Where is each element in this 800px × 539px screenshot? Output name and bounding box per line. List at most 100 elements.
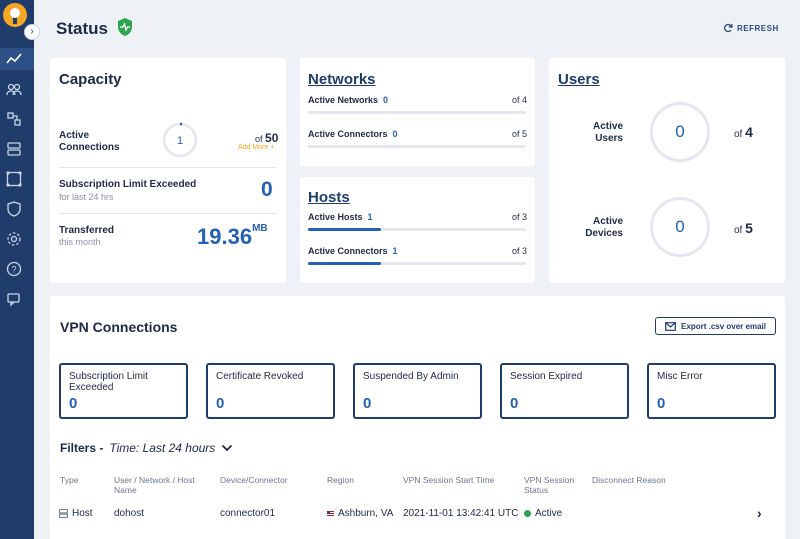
column-header-start-time[interactable]: VPN Session Start Time bbox=[403, 475, 494, 485]
stat-card-session-expired[interactable]: Session Expired 0 bbox=[500, 363, 629, 419]
stat-value: 0 bbox=[657, 395, 666, 412]
shield-icon[interactable] bbox=[6, 201, 22, 217]
row-expand-chevron-icon[interactable]: › bbox=[757, 505, 762, 521]
stat-value: 0 bbox=[69, 395, 78, 412]
stat-label: Misc Error bbox=[657, 371, 703, 382]
active-connectors-label: Active Connectors 0 bbox=[308, 129, 398, 139]
stat-card-suspended-by-admin[interactable]: Suspended By Admin 0 bbox=[353, 363, 482, 419]
active-users-of: of 4 bbox=[734, 124, 753, 140]
stat-card-subscription-limit[interactable]: Subscription Limit Exceeded 0 bbox=[59, 363, 188, 419]
cell-status-text: Active bbox=[535, 508, 563, 519]
cell-device: connector01 bbox=[220, 508, 276, 519]
active-users-total: 4 bbox=[745, 124, 753, 140]
active-users-label: Active Users bbox=[592, 121, 623, 144]
active-devices-of: of 5 bbox=[734, 220, 753, 236]
chevron-down-icon bbox=[222, 444, 233, 452]
progress-track bbox=[308, 228, 526, 231]
row-of: of 5 bbox=[511, 129, 527, 139]
capacity-card: Capacity Active Connections 1 of 50 Add … bbox=[50, 58, 286, 283]
host-icon bbox=[59, 509, 68, 518]
vpn-title: VPN Connections bbox=[60, 319, 178, 335]
progress-track bbox=[308, 262, 526, 265]
sidebar: ? bbox=[0, 0, 34, 539]
active-devices-of-prefix: of bbox=[734, 225, 743, 236]
row-value: 0 bbox=[383, 95, 389, 105]
stat-card-certificate-revoked[interactable]: Certificate Revoked 0 bbox=[206, 363, 335, 419]
cell-type: Host bbox=[59, 508, 93, 519]
active-connections-ring: 1 bbox=[162, 122, 198, 158]
column-header-device[interactable]: Device/Connector bbox=[220, 475, 288, 485]
max-connections-prefix: of bbox=[255, 134, 263, 144]
column-header-type[interactable]: Type bbox=[60, 475, 78, 485]
refresh-button[interactable]: REFRESH bbox=[723, 23, 779, 33]
active-devices-label: Active Devices bbox=[585, 216, 623, 239]
row-of: of 4 bbox=[511, 95, 527, 105]
active-connections-label: Active Connections bbox=[59, 130, 120, 153]
filters-time: Time: Last 24 hours bbox=[109, 441, 216, 455]
filters-dropdown[interactable]: Filters - Time: Last 24 hours bbox=[60, 441, 233, 455]
export-csv-button[interactable]: Export .csv over email bbox=[655, 317, 776, 335]
progress-fill bbox=[308, 228, 381, 231]
export-label: Export .csv over email bbox=[681, 321, 766, 331]
stat-card-misc-error[interactable]: Misc Error 0 bbox=[647, 363, 776, 419]
sidebar-expand-button[interactable]: › bbox=[24, 24, 40, 40]
divider bbox=[59, 213, 277, 214]
row-label-text: Active Connectors bbox=[308, 129, 388, 139]
row-value: 1 bbox=[392, 246, 398, 256]
status-shield-icon bbox=[118, 18, 132, 36]
limit-exceeded-label: Subscription Limit Exceeded bbox=[59, 179, 197, 190]
row-value: 1 bbox=[367, 212, 373, 222]
row-of: of 3 bbox=[511, 246, 527, 256]
limit-exceeded-sub: for last 24 hrs bbox=[59, 192, 114, 202]
gear-icon[interactable] bbox=[6, 231, 22, 247]
nodes-icon[interactable] bbox=[6, 171, 22, 187]
networks-title[interactable]: Networks bbox=[308, 71, 376, 88]
stat-label: Certificate Revoked bbox=[216, 371, 304, 382]
users-icon[interactable] bbox=[6, 81, 22, 97]
chevron-right-icon: › bbox=[30, 26, 34, 37]
capacity-title: Capacity bbox=[59, 71, 122, 88]
active-users-value: 0 bbox=[675, 122, 685, 141]
chat-icon[interactable] bbox=[6, 291, 22, 307]
column-header-name[interactable]: User / Network / Host Name bbox=[114, 475, 214, 495]
progress-track bbox=[308, 111, 526, 114]
stat-label: Session Expired bbox=[510, 371, 583, 382]
column-header-region[interactable]: Region bbox=[327, 475, 354, 485]
row-label-text: Active Hosts bbox=[308, 212, 363, 222]
stat-value: 0 bbox=[216, 395, 225, 412]
cell-status: Active bbox=[524, 508, 562, 519]
column-header-disconnect-reason[interactable]: Disconnect Reason bbox=[592, 475, 666, 485]
column-header-status[interactable]: VPN Session Status bbox=[524, 475, 586, 495]
active-devices-value: 0 bbox=[675, 217, 685, 236]
divider bbox=[59, 167, 277, 168]
network-icon[interactable] bbox=[6, 111, 22, 127]
stat-label: Subscription Limit Exceeded bbox=[69, 371, 148, 393]
users-title[interactable]: Users bbox=[558, 71, 600, 88]
cell-region-text: Ashburn, VA bbox=[338, 508, 394, 519]
networks-card: Networks Active Networks 0 of 4 Active Co… bbox=[300, 58, 535, 166]
stat-label: Suspended By Admin bbox=[363, 371, 459, 382]
max-connections-value: 50 bbox=[265, 131, 279, 145]
active-connections-value: 1 bbox=[177, 135, 183, 147]
transferred-amount: 19.36 bbox=[197, 224, 253, 249]
app-logo[interactable] bbox=[3, 3, 27, 27]
cell-name: dohost bbox=[114, 508, 145, 519]
help-icon[interactable]: ? bbox=[6, 261, 22, 277]
active-connectors-label: Active Connectors 1 bbox=[308, 246, 398, 256]
active-networks-label: Active Networks 0 bbox=[308, 95, 388, 105]
stat-value: 0 bbox=[363, 395, 372, 412]
active-hosts-label: Active Hosts 1 bbox=[308, 212, 373, 222]
us-flag-icon bbox=[327, 510, 334, 517]
mail-icon bbox=[665, 321, 676, 331]
add-more-link[interactable]: Add More + bbox=[238, 144, 274, 151]
hosts-card: Hosts Active Hosts 1 of 3 Active Connecto… bbox=[300, 177, 535, 283]
filters-label: Filters - bbox=[60, 441, 104, 455]
activity-icon[interactable] bbox=[6, 51, 22, 67]
row-value: 0 bbox=[392, 129, 398, 139]
users-card: Users Active Users 0 of 4 Active Devices… bbox=[549, 58, 785, 283]
hosts-title[interactable]: Hosts bbox=[308, 189, 350, 206]
transferred-unit: MB bbox=[252, 223, 268, 234]
progress-track bbox=[308, 145, 526, 148]
row-of: of 3 bbox=[511, 212, 527, 222]
server-icon[interactable] bbox=[6, 141, 22, 157]
